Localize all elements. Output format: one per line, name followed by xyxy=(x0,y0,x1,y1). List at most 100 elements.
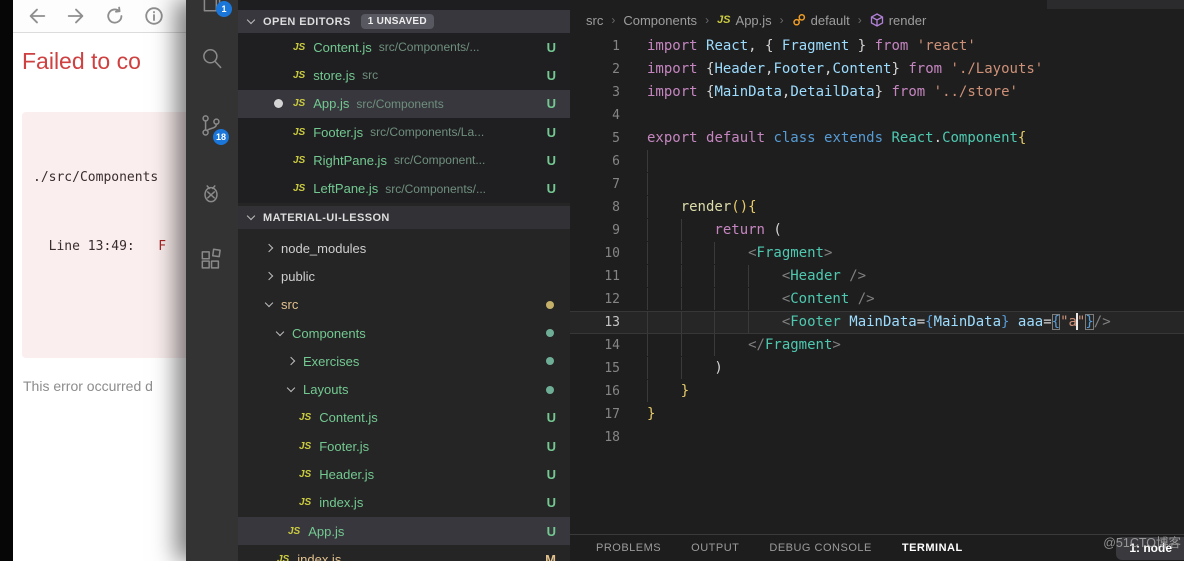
indent-guide xyxy=(714,288,748,310)
open-editor-item[interactable]: JS Footer.js src/Components/La... U xyxy=(238,118,570,146)
code-line[interactable]: 1 import React, { Fragment } from 'react' xyxy=(570,35,1184,58)
code-token: Header xyxy=(714,61,766,77)
breadcrumb-label: default xyxy=(810,12,850,28)
code-line[interactable]: 14 </Fragment> xyxy=(570,334,1184,357)
scm-badge: 18 xyxy=(213,129,229,145)
folder-name: Exercises xyxy=(303,353,360,369)
code-line[interactable]: 13 <Footer MainData={MainData} aaa={"a"}/… xyxy=(570,311,1184,334)
tree-folder-src[interactable]: src xyxy=(238,291,570,319)
tree-folder-node-modules[interactable]: node_modules xyxy=(238,234,570,262)
file-name: index.js xyxy=(297,551,342,561)
tree-folder-components[interactable]: Components xyxy=(238,319,570,347)
code-line[interactable]: 2 import {Header,Footer,Content} from './… xyxy=(570,58,1184,81)
indent-guide xyxy=(647,150,681,172)
explorer-section-header[interactable]: MATERIAL-UI-LESSON xyxy=(238,206,570,229)
code-line[interactable]: 18 xyxy=(570,426,1184,449)
line-content: import {Header,Footer,Content} from './L… xyxy=(647,58,1043,81)
panel-tab-terminal[interactable]: TERMINAL xyxy=(902,542,963,554)
browser-back-icon[interactable] xyxy=(25,4,49,28)
code-line[interactable]: 7 xyxy=(570,173,1184,196)
extensions-icon[interactable] xyxy=(198,247,224,273)
open-editors-header[interactable]: OPEN EDITORS 1 UNSAVED xyxy=(238,10,570,33)
tree-file-index-js[interactable]: JS index.js M xyxy=(238,545,570,561)
tree-file-content-js[interactable]: JS Content.js U xyxy=(238,404,570,432)
open-editor-item[interactable]: JS App.js src/Components U xyxy=(238,89,570,118)
browser-forward-icon[interactable] xyxy=(64,4,88,28)
code-token: render xyxy=(680,199,732,215)
code-line[interactable]: 5 export default class extends React.Comp… xyxy=(570,127,1184,150)
file-name: Content.js xyxy=(313,39,372,55)
code-line[interactable]: 15) xyxy=(570,357,1184,380)
browser-refresh-icon[interactable] xyxy=(103,4,127,28)
code-line[interactable]: 10 <Fragment> xyxy=(570,242,1184,265)
panel-tab-output[interactable]: OUTPUT xyxy=(691,542,739,554)
code-token: '../store' xyxy=(933,84,1018,100)
tree-folder-public[interactable]: public xyxy=(238,262,570,290)
code-token: export xyxy=(647,130,707,146)
open-editor-item[interactable]: JS RightPane.js src/Component... U xyxy=(238,146,570,174)
code-token: Content xyxy=(832,61,892,77)
indent-guide xyxy=(647,173,681,195)
code-token: Header xyxy=(790,268,841,284)
breadcrumb: src › Components › JS App.js › default › render xyxy=(586,9,926,31)
open-editor-item[interactable]: JS Content.js src/Components/... U xyxy=(238,33,570,61)
code-line[interactable]: 8 render(){ xyxy=(570,196,1184,219)
line-number: 17 xyxy=(604,407,620,422)
open-editor-item[interactable]: JS LeftPane.js src/Components/... U xyxy=(238,174,570,202)
tree-file-header-js[interactable]: JS Header.js U xyxy=(238,460,570,488)
code-token: < xyxy=(781,291,791,307)
git-status-badge: U xyxy=(546,124,556,140)
code-line[interactable]: 3 import {MainData,DetailData} from '../s… xyxy=(570,81,1184,104)
indent-guide xyxy=(647,265,681,287)
indent-guide xyxy=(714,311,748,333)
code-line[interactable]: 17} xyxy=(570,403,1184,426)
js-file-icon: JS xyxy=(299,440,312,452)
breadcrumb-item[interactable]: default xyxy=(792,13,850,28)
breadcrumb-item[interactable]: render xyxy=(870,13,926,28)
code-token: /> xyxy=(1093,314,1111,330)
watermark: @51CTO博客 xyxy=(1103,536,1181,550)
file-name: LeftPane.js xyxy=(313,181,379,197)
code-token: React xyxy=(891,130,934,146)
tree-file-index-js[interactable]: JS index.js U xyxy=(238,489,570,517)
code-line[interactable]: 6 xyxy=(570,150,1184,173)
git-status-badge: U xyxy=(546,67,556,83)
code-token: = xyxy=(1043,314,1052,330)
code-token: class xyxy=(773,130,825,146)
tree-file-app-js[interactable]: JS App.js U xyxy=(238,516,570,546)
open-editor-item[interactable]: JS store.js src U xyxy=(238,61,570,89)
breadcrumb-item[interactable]: JS App.js xyxy=(717,13,772,28)
code-token: </ xyxy=(748,337,765,353)
code-token: MainData xyxy=(714,84,782,100)
file-name: Footer.js xyxy=(313,124,364,140)
js-icon: JS xyxy=(717,14,731,26)
code-line[interactable]: 9 return ( xyxy=(570,219,1184,242)
line-number: 14 xyxy=(604,338,620,353)
code-line[interactable]: 11 <Header /> xyxy=(570,265,1184,288)
tree-file-footer-js[interactable]: JS Footer.js U xyxy=(238,432,570,460)
code-line[interactable]: 16} xyxy=(570,380,1184,403)
panel-tab-debug-console[interactable]: DEBUG CONSOLE xyxy=(769,542,871,554)
class-symbol-icon xyxy=(792,13,806,27)
tree-folder-exercises[interactable]: Exercises xyxy=(238,347,570,375)
breadcrumb-item[interactable]: Components xyxy=(623,13,697,28)
code-line[interactable]: 4 xyxy=(570,104,1184,127)
folder-name: src xyxy=(281,297,299,313)
file-path: src/Components/... xyxy=(385,181,486,196)
debug-icon[interactable] xyxy=(198,180,224,206)
js-file-icon: JS xyxy=(277,553,290,561)
code-line[interactable]: 12 <Content /> xyxy=(570,288,1184,311)
error-footer-text: This error occurred d xyxy=(23,378,153,394)
tree-folder-layouts[interactable]: Layouts xyxy=(238,375,570,403)
error-message-start: F xyxy=(158,239,167,254)
code-editor[interactable]: 1 import React, { Fragment } from 'react'… xyxy=(570,35,1184,449)
code-token: } xyxy=(849,38,875,54)
breadcrumb-item[interactable]: src xyxy=(586,13,603,28)
panel-tab-problems[interactable]: PROBLEMS xyxy=(596,542,661,554)
js-file-icon: JS xyxy=(293,69,306,81)
open-editors-list: JS Content.js src/Components/... U JS store.j… xyxy=(238,33,570,203)
browser-info-icon[interactable] xyxy=(142,4,166,28)
line-content: import React, { Fragment } from 'react' xyxy=(647,35,976,58)
search-icon[interactable] xyxy=(199,46,225,72)
